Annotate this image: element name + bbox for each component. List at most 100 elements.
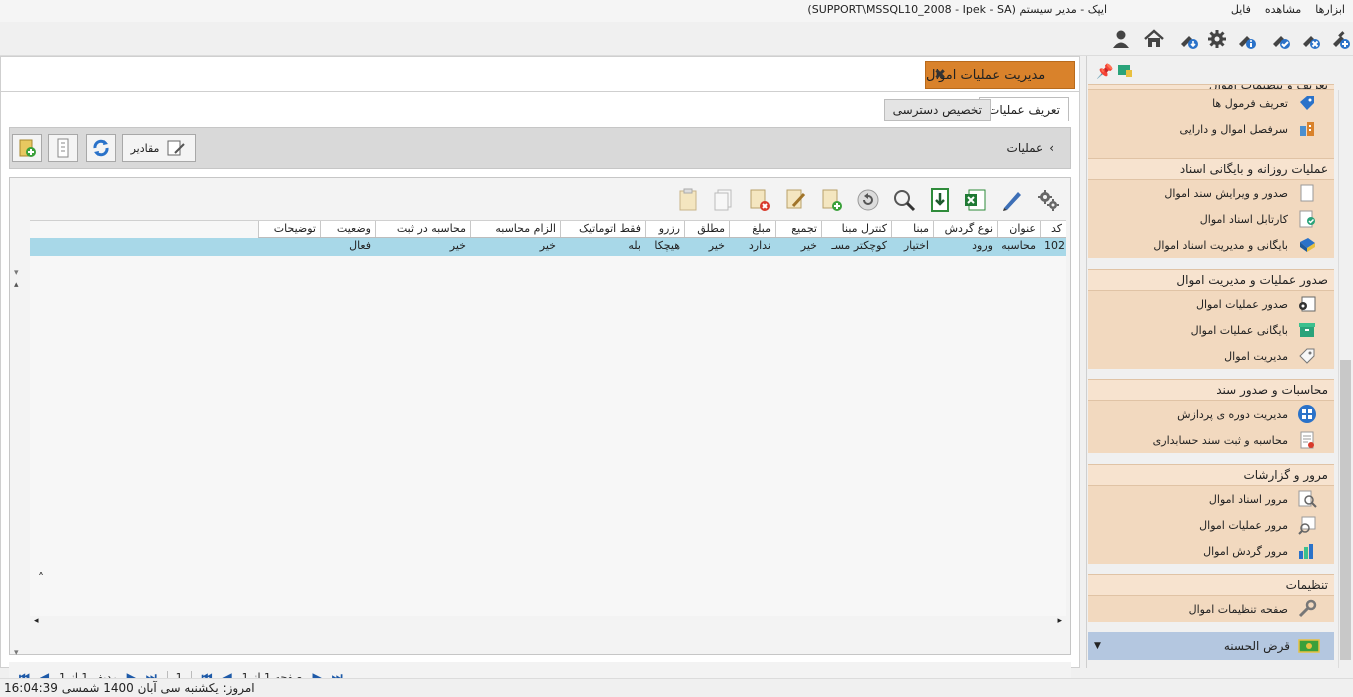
refresh-button[interactable] <box>86 134 116 162</box>
plug-check-icon[interactable] <box>1267 27 1293 51</box>
sidebar-group-daily: عملیات روزانه و بایگانی اسناد صدور و ویر… <box>1088 158 1334 258</box>
plug-download-icon[interactable] <box>1175 27 1201 51</box>
horizontal-scrollbar[interactable]: ◂ ▸ <box>30 616 1066 630</box>
scroll-up-icon[interactable]: ▴ <box>14 280 19 290</box>
sidebar-item-processing-period[interactable]: مدیریت دوره ی پردازش <box>1088 401 1334 427</box>
sidebar-item-issue-operations[interactable]: صدور عملیات اموال <box>1088 291 1334 317</box>
document-tab[interactable]: ✖ مدیریت عملیات اموال <box>925 61 1075 89</box>
scroll-down-icon[interactable]: ▾ <box>14 648 19 658</box>
sidebar-scroll-thumb[interactable] <box>1340 360 1351 660</box>
new-folder-button[interactable] <box>12 134 42 162</box>
plug-info-icon[interactable] <box>1233 27 1259 51</box>
sidebar-item-archive-docs[interactable]: بایگانی و مدیریت اسناد اموال <box>1088 232 1334 258</box>
grid-collapse-icon[interactable]: ▾ <box>14 268 19 278</box>
sidebar-item-asset-management[interactable]: مدیریت اموال <box>1088 343 1334 369</box>
values-button[interactable]: مقادیر <box>122 134 196 162</box>
menu-tools[interactable]: ابزارها <box>1315 3 1345 16</box>
add-document-icon[interactable] <box>818 186 846 214</box>
document-search-icon <box>1296 515 1318 535</box>
sidebar-section-loan[interactable]: ▼ قرض الحسنه <box>1088 632 1334 660</box>
user-icon[interactable] <box>1108 27 1134 51</box>
cell-calc-required: خیر <box>539 239 556 252</box>
pen-icon[interactable] <box>998 186 1026 214</box>
paste-document-icon[interactable] <box>674 186 702 214</box>
col-title[interactable]: عنوان <box>997 221 1040 237</box>
sidebar-item-issue-doc[interactable]: صدور و ویرایش سند اموال <box>1088 180 1334 206</box>
title-bar: (SUPPORT\MSSQL10_2008 - Ipek - SA) ایپک … <box>0 0 1353 22</box>
list-icon <box>57 138 69 158</box>
building-icon <box>1296 119 1318 139</box>
col-absolute[interactable]: مطلق <box>684 221 729 237</box>
archive-box-icon <box>1296 320 1318 340</box>
flag-icon[interactable] <box>1118 65 1132 77</box>
menu-view[interactable]: مشاهده <box>1265 3 1301 16</box>
grid-circle-icon <box>1296 404 1318 424</box>
sidebar-group-header[interactable]: مرور و گزارشات <box>1088 464 1334 486</box>
col-aggregate[interactable]: تجمیع <box>775 221 821 237</box>
sidebar-item-label: کارتابل اسناد اموال <box>1199 212 1288 226</box>
cell-calc-on-save: خیر <box>449 239 466 252</box>
chevron-up-icon[interactable]: ˄ <box>38 571 44 585</box>
plug-add-icon[interactable] <box>1327 27 1353 51</box>
sidebar-item-review-operations[interactable]: مرور عملیات اموال <box>1088 512 1334 538</box>
sidebar-item-archive-operations[interactable]: بایگانی عملیات اموال <box>1088 317 1334 343</box>
download-icon[interactable] <box>926 186 954 214</box>
col-description[interactable]: توضیحات <box>258 221 320 237</box>
cell-code: 102 <box>1044 239 1065 252</box>
cell-basis: اختیار <box>903 239 929 252</box>
list-view-button[interactable] <box>48 134 78 162</box>
search-icon[interactable] <box>890 186 918 214</box>
operations-title[interactable]: › عملیات <box>1007 141 1054 155</box>
sidebar-item-review-flow[interactable]: مرور گردش اموال <box>1088 538 1334 564</box>
sidebar-item-label: مرور اسناد اموال <box>1208 492 1288 506</box>
table-row[interactable]: 102 محاسبه ورود اختیار کوچکتر مسـ خیر ند… <box>30 238 1066 256</box>
sidebar-item-label: بایگانی و مدیریت اسناد اموال <box>1153 238 1288 252</box>
sidebar-item-formulas[interactable]: تعریف فرمول ها <box>1088 90 1334 116</box>
formula-tag-icon <box>1296 93 1318 113</box>
cell-description <box>258 238 320 256</box>
sidebar-item-accounting-doc[interactable]: محاسبه و ثبت سند حسابداری <box>1088 427 1334 453</box>
gear-icon[interactable] <box>1204 27 1230 51</box>
sidebar-group-header[interactable]: عملیات روزانه و بایگانی اسناد <box>1088 158 1334 180</box>
scroll-left-icon[interactable]: ◂ <box>34 616 39 626</box>
col-basis[interactable]: مبنا <box>891 221 933 237</box>
main-toolbar <box>0 22 1353 56</box>
excel-export-icon[interactable] <box>962 186 990 214</box>
document-check-icon <box>1296 209 1318 229</box>
scroll-right-icon[interactable]: ▸ <box>1057 616 1062 626</box>
col-reserve[interactable]: رزرو <box>645 221 684 237</box>
col-calc-required[interactable]: الزام محاسبه <box>470 221 560 237</box>
col-basis-control[interactable]: کنترل مبنا <box>821 221 891 237</box>
col-code[interactable]: کد <box>1040 221 1066 237</box>
copy-document-icon[interactable] <box>710 186 738 214</box>
col-status[interactable]: وضعیت <box>320 221 375 237</box>
col-amount[interactable]: مبلغ <box>729 221 775 237</box>
sidebar-group-definitions: تعریف و تنظیمات اموال تعریف فرمول ها سرف… <box>1088 84 1334 158</box>
sidebar-group-header[interactable]: تنظیمات <box>1088 574 1334 596</box>
tab-access-assignment[interactable]: تخصیص دسترسی <box>883 99 991 121</box>
menu-file[interactable]: فایل <box>1231 3 1251 16</box>
sidebar-item-settings-page[interactable]: صفحه تنظیمات اموال <box>1088 596 1334 622</box>
home-icon[interactable] <box>1141 27 1167 51</box>
sidebar-item-asset-headings[interactable]: سرفصل اموال و دارایی <box>1088 116 1334 142</box>
tab-define-operations[interactable]: تعریف عملیات <box>979 97 1069 121</box>
close-icon[interactable]: ✖ <box>932 68 946 82</box>
delete-document-icon[interactable] <box>746 186 774 214</box>
col-flow-type[interactable]: نوع گردش <box>933 221 997 237</box>
reset-icon[interactable] <box>854 186 882 214</box>
edit-document-icon[interactable] <box>782 186 810 214</box>
settings-gears-icon[interactable] <box>1034 186 1062 214</box>
plug-remove-icon[interactable] <box>1297 27 1323 51</box>
sidebar-item-review-docs[interactable]: مرور اسناد اموال <box>1088 486 1334 512</box>
sidebar-item-label: محاسبه و ثبت سند حسابداری <box>1152 433 1288 447</box>
status-bar: امروز: یکشنبه سی آبان 1400 شمسی 16:04:39 <box>0 678 1353 697</box>
sidebar-item-label: صفحه تنظیمات اموال <box>1188 602 1288 616</box>
col-calc-on-save[interactable]: محاسبه در ثبت <box>375 221 470 237</box>
sidebar-item-cartable[interactable]: کارتابل اسناد اموال <box>1088 206 1334 232</box>
pin-icon[interactable]: 📌 <box>1096 64 1113 80</box>
col-auto-only[interactable]: فقط اتوماتیک <box>560 221 645 237</box>
sidebar-group-header[interactable]: محاسبات و صدور سند <box>1088 379 1334 401</box>
cell-amount: ندارد <box>748 239 771 252</box>
sidebar-group-header[interactable]: صدور عملیات و مدیریت اموال <box>1088 269 1334 291</box>
sidebar-item-label: تعریف فرمول ها <box>1212 96 1288 110</box>
